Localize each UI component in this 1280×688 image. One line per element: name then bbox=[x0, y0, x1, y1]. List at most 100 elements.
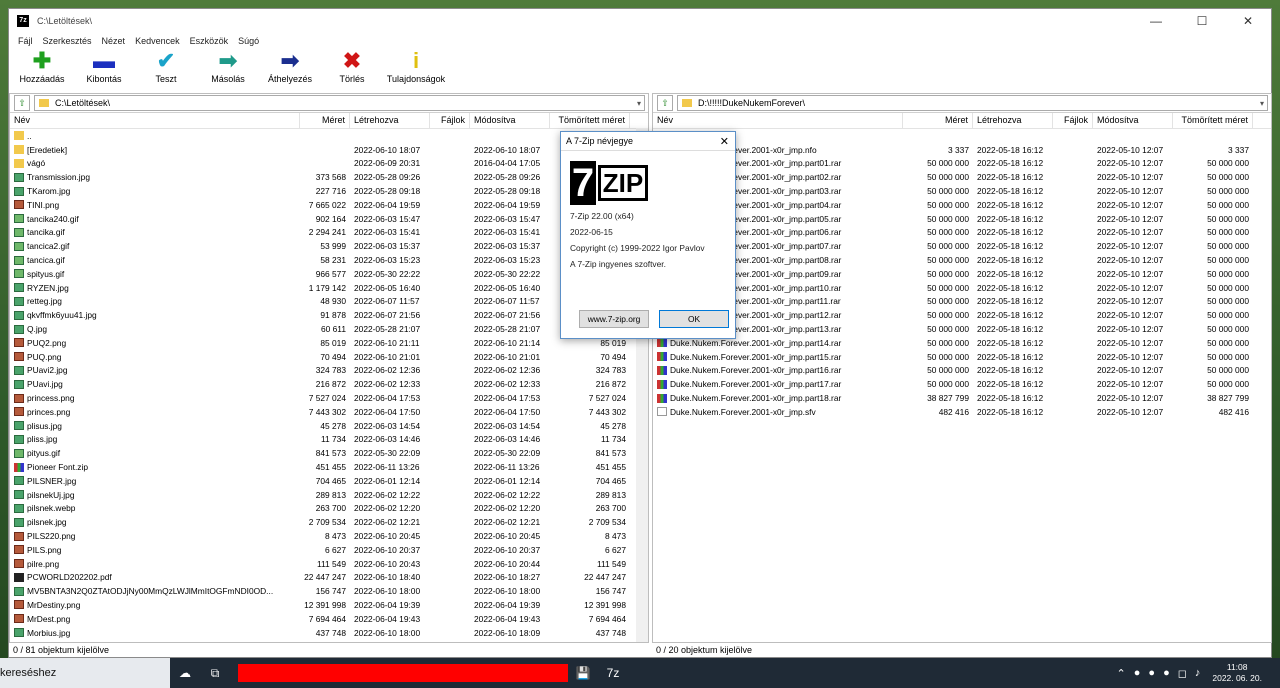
menu-file[interactable]: Fájl bbox=[13, 36, 38, 46]
table-row[interactable]: Duke.Nukem.Forever.2001-x0r_jmp.sfv 482 4… bbox=[653, 405, 1271, 419]
table-row[interactable]: princess.png 7 527 024 2022-06-04 17:53 202… bbox=[10, 391, 648, 405]
column-header[interactable]: Létrehozva bbox=[350, 113, 430, 128]
table-row[interactable]: retteg.jpg 48 930 2022-06-07 11:57 2022-06-… bbox=[10, 295, 648, 309]
website-button[interactable]: www.7-zip.org bbox=[579, 310, 649, 328]
close-icon[interactable]: ✕ bbox=[1225, 9, 1271, 33]
column-header[interactable]: Tömörített méret bbox=[1173, 113, 1253, 128]
save-app-icon[interactable]: 💾 bbox=[568, 658, 598, 688]
table-row[interactable]: Duke.Nukem.Forever.2001-x0r_jmp.part18.r… bbox=[653, 391, 1271, 405]
table-row[interactable]: tancica.gif 58 231 2022-06-03 15:23 2022-06… bbox=[10, 253, 648, 267]
toolbar-button-6[interactable]: i Tulajdonságok bbox=[387, 48, 445, 84]
chevron-down-icon[interactable]: ▾ bbox=[1260, 99, 1264, 108]
toolbar-button-1[interactable]: ▬ Kibontás bbox=[77, 48, 131, 84]
table-row[interactable]: RYZEN.jpg 1 179 142 2022-06-05 16:40 2022-0… bbox=[10, 281, 648, 295]
table-row[interactable]: Duke.Nukem.Forever.2001-x0r_jmp.part09.r… bbox=[653, 267, 1271, 281]
table-row[interactable]: Pioneer Font.zip 451 455 2022-06-11 13:26 2… bbox=[10, 460, 648, 474]
table-row[interactable]: Duke.Nukem.Forever.2001-x0r_jmp.part12.r… bbox=[653, 308, 1271, 322]
menu-view[interactable]: Nézet bbox=[97, 36, 131, 46]
column-header[interactable]: Fájlok bbox=[430, 113, 470, 128]
table-row[interactable]: PCWORLD202202.pdf 22 447 247 2022-06-10 18… bbox=[10, 571, 648, 585]
table-row[interactable]: PUQ2.png 85 019 2022-06-10 21:11 2022-06-10… bbox=[10, 336, 648, 350]
table-row[interactable]: PUavi.jpg 216 872 2022-06-02 12:33 2022-06-… bbox=[10, 377, 648, 391]
tray-app-icon[interactable]: ● bbox=[1134, 667, 1141, 679]
maximize-icon[interactable]: ☐ bbox=[1179, 9, 1225, 33]
table-row[interactable]: .. bbox=[653, 129, 1271, 143]
table-row[interactable]: Duke.Nukem.Forever.2001-x0r_jmp.part11.r… bbox=[653, 295, 1271, 309]
column-header[interactable]: Módosítva bbox=[1093, 113, 1173, 128]
table-row[interactable]: Morbius.jpg 437 748 2022-06-10 18:00 2022-0… bbox=[10, 626, 648, 640]
table-row[interactable]: Duke.Nukem.Forever.2001-x0r_jmp.part16.r… bbox=[653, 364, 1271, 378]
table-row[interactable]: plisus.jpg 45 278 2022-06-03 14:54 2022-06-… bbox=[10, 419, 648, 433]
table-row[interactable]: Duke.Nukem.Forever.2001-x0r_jmp.part13.r… bbox=[653, 322, 1271, 336]
table-row[interactable]: Duke.Nukem.Forever.2001-x0r_jmp.part10.r… bbox=[653, 281, 1271, 295]
column-header[interactable]: Név bbox=[10, 113, 300, 128]
toolbar-button-5[interactable]: ✖ Törlés bbox=[325, 48, 379, 84]
table-row[interactable]: Duke.Nukem.Forever.2001-x0r_jmp.part07.r… bbox=[653, 239, 1271, 253]
table-row[interactable]: Duke.Nukem.Forever.2001-x0r_jmp.part01.r… bbox=[653, 157, 1271, 171]
table-row[interactable]: princes.png 7 443 302 2022-06-04 17:50 2022… bbox=[10, 405, 648, 419]
left-path-field[interactable]: C:\Letöltések\ ▾ bbox=[34, 95, 645, 111]
toolbar-button-2[interactable]: ✔ Teszt bbox=[139, 48, 193, 84]
menu-tools[interactable]: Eszközök bbox=[185, 36, 234, 46]
table-row[interactable]: TINI.png 7 665 022 2022-06-04 19:59 2022-06… bbox=[10, 198, 648, 212]
table-row[interactable]: Transmission.jpg 373 568 2022-05-28 09:26 2… bbox=[10, 170, 648, 184]
table-row[interactable]: Duke.Nukem.Forever.2001-x0r_jmp.part15.r… bbox=[653, 350, 1271, 364]
table-row[interactable]: pityus.gif 841 573 2022-05-30 22:09 2022-05… bbox=[10, 446, 648, 460]
7zip-taskbar-icon[interactable]: 7z bbox=[598, 658, 628, 688]
column-header[interactable]: Fájlok bbox=[1053, 113, 1093, 128]
table-row[interactable]: MrDestiny.png 12 391 998 2022-06-04 19:39 2… bbox=[10, 598, 648, 612]
table-row[interactable]: TKarom.jpg 227 716 2022-05-28 09:18 2022-05… bbox=[10, 184, 648, 198]
menu-help[interactable]: Súgó bbox=[233, 36, 264, 46]
table-row[interactable]: pilre.png 111 549 2022-06-10 20:43 2022-06-… bbox=[10, 557, 648, 571]
table-row[interactable]: pilsnekUj.jpg 289 813 2022-06-02 12:22 2022… bbox=[10, 488, 648, 502]
table-row[interactable]: qkvffmk6yuu41.jpg 91 878 2022-06-07 21:56 2… bbox=[10, 308, 648, 322]
table-row[interactable]: Duke.Nukem.Forever.2001-x0r_jmp.part03.r… bbox=[653, 184, 1271, 198]
table-row[interactable]: Duke.Nukem.Forever.2001-x0r_jmp.nfo 3 337… bbox=[653, 143, 1271, 157]
table-row[interactable]: PILS.png 6 627 2022-06-10 20:37 2022-06-10 … bbox=[10, 543, 648, 557]
table-row[interactable]: tancika.gif 2 294 241 2022-06-03 15:41 2022… bbox=[10, 226, 648, 240]
table-row[interactable]: pilsnek.jpg 2 709 534 2022-06-02 12:21 2022… bbox=[10, 515, 648, 529]
clock[interactable]: 11:08 2022. 06. 20. bbox=[1212, 662, 1262, 684]
table-row[interactable]: PUQ.png 70 494 2022-06-10 21:01 2022-06-10 … bbox=[10, 350, 648, 364]
table-row[interactable]: Duke.Nukem.Forever.2001-x0r_jmp.part14.r… bbox=[653, 336, 1271, 350]
table-row[interactable]: MV5BNTA3N2Q0ZTAtODJjNy00MmQzLWJlMmItOGFm… bbox=[10, 584, 648, 598]
column-header[interactable]: Létrehozva bbox=[973, 113, 1053, 128]
minimize-icon[interactable]: — bbox=[1133, 9, 1179, 33]
volume-icon[interactable]: ♪ bbox=[1195, 667, 1201, 679]
tray-app-icon[interactable]: ● bbox=[1148, 667, 1155, 679]
task-view-icon[interactable]: ⧉ bbox=[200, 658, 230, 688]
table-row[interactable]: Duke.Nukem.Forever.2001-x0r_jmp.part04.r… bbox=[653, 198, 1271, 212]
toolbar-button-4[interactable]: ➡ Áthelyezés bbox=[263, 48, 317, 84]
table-row[interactable]: PUavi2.jpg 324 783 2022-06-02 12:36 2022-06… bbox=[10, 364, 648, 378]
right-path-field[interactable]: D:\!!!!!DukeNukemForever\ ▾ bbox=[677, 95, 1268, 111]
table-row[interactable]: Duke.Nukem.Forever.2001-x0r_jmp.part05.r… bbox=[653, 212, 1271, 226]
table-row[interactable]: .. bbox=[10, 129, 648, 143]
menu-edit[interactable]: Szerkesztés bbox=[38, 36, 97, 46]
weather-icon[interactable]: ☁ bbox=[170, 658, 200, 688]
up-folder-icon[interactable]: ⇧ bbox=[657, 95, 673, 111]
column-header[interactable]: Méret bbox=[300, 113, 350, 128]
menu-favorites[interactable]: Kedvencek bbox=[130, 36, 185, 46]
tray-app-icon[interactable]: ● bbox=[1163, 667, 1170, 679]
table-row[interactable]: PILS220.png 8 473 2022-06-10 20:45 2022-06-… bbox=[10, 529, 648, 543]
table-row[interactable]: pliss.jpg 11 734 2022-06-03 14:46 2022-06-0… bbox=[10, 433, 648, 447]
column-header[interactable]: Név bbox=[653, 113, 903, 128]
table-row[interactable]: Duke.Nukem.Forever.2001-x0r_jmp.part06.r… bbox=[653, 226, 1271, 240]
table-row[interactable]: vágó 2022-06-09 20:31 2016-04-04 17:05 bbox=[10, 157, 648, 171]
chevron-down-icon[interactable]: ▾ bbox=[637, 99, 641, 108]
table-row[interactable]: tancica2.gif 53 999 2022-06-03 15:37 2022-0… bbox=[10, 239, 648, 253]
column-header[interactable]: Tömörített méret bbox=[550, 113, 630, 128]
toolbar-button-0[interactable]: ✚ Hozzáadás bbox=[15, 48, 69, 84]
table-row[interactable]: Duke.Nukem.Forever.2001-x0r_jmp.part02.r… bbox=[653, 170, 1271, 184]
table-row[interactable]: spityus.gif 966 577 2022-05-30 22:22 2022-0… bbox=[10, 267, 648, 281]
ok-button[interactable]: OK bbox=[659, 310, 729, 328]
chevron-up-icon[interactable]: ⌃ bbox=[1117, 667, 1126, 680]
network-icon[interactable]: ◻ bbox=[1178, 667, 1187, 680]
table-row[interactable]: pilsnek.webp 263 700 2022-06-02 12:20 2022-… bbox=[10, 502, 648, 516]
table-row[interactable]: [Eredetiek] 2022-06-10 18:07 2022-06-10 18… bbox=[10, 143, 648, 157]
table-row[interactable]: Duke.Nukem.Forever.2001-x0r_jmp.part08.r… bbox=[653, 253, 1271, 267]
taskbar-search[interactable]: kereséshez bbox=[0, 658, 170, 688]
table-row[interactable]: Q.jpg 60 611 2022-05-28 21:07 2022-05-28 21… bbox=[10, 322, 648, 336]
column-header[interactable]: Módosítva bbox=[470, 113, 550, 128]
toolbar-button-3[interactable]: ➡ Másolás bbox=[201, 48, 255, 84]
